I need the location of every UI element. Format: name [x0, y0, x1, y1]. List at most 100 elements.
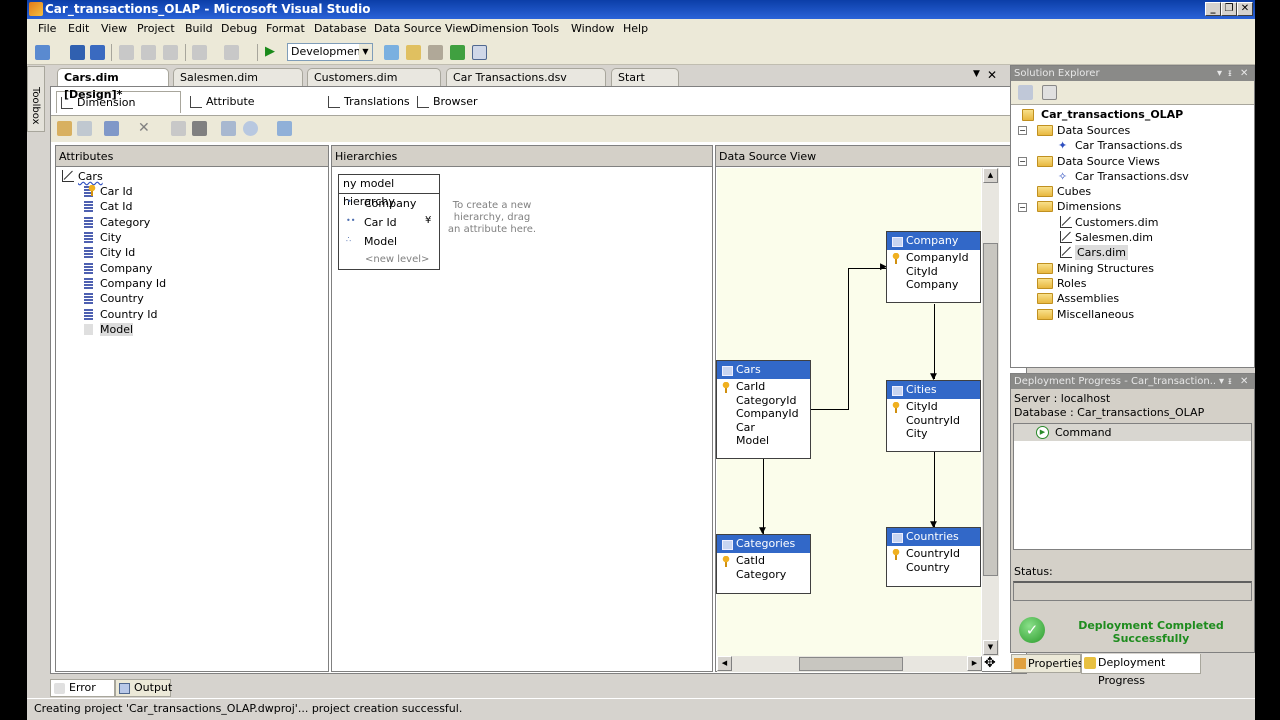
- cut-icon[interactable]: [119, 45, 134, 60]
- scroll-down-icon[interactable]: ▼: [983, 640, 998, 655]
- tree-node-car-transactions-ds[interactable]: ✦ Car Transactions.ds: [1058, 138, 1182, 153]
- doc-tab-cars-dim[interactable]: Cars.dim [Design]*: [57, 68, 169, 101]
- menu-edit[interactable]: Edit: [68, 22, 89, 35]
- window-position-icon[interactable]: ▾: [1217, 374, 1225, 389]
- save-icon[interactable]: [70, 45, 85, 60]
- menu-data-source-view[interactable]: Data Source View: [374, 22, 471, 35]
- auto-hide-pin-icon[interactable]: ᵻ: [1228, 66, 1232, 81]
- doc-tab-start-page[interactable]: Start Page: [611, 68, 679, 101]
- close-document-icon[interactable]: ✕: [987, 68, 997, 82]
- tools-icon[interactable]: [428, 45, 443, 60]
- tab-properties[interactable]: Properties: [1011, 654, 1084, 673]
- hierarchy-level[interactable]: Car Id: [364, 216, 397, 229]
- attribute-item[interactable]: Company Id: [84, 276, 166, 291]
- collapse-icon[interactable]: −: [1018, 157, 1027, 166]
- tree-node-miscellaneous[interactable]: Miscellaneous: [1037, 307, 1134, 322]
- horizontal-scrollbar[interactable]: ◀ ▶: [717, 656, 982, 672]
- save-all-icon[interactable]: [90, 45, 105, 60]
- show-grid-icon[interactable]: [171, 121, 186, 136]
- tree-node-cubes[interactable]: Cubes: [1037, 184, 1091, 199]
- zoom-icon[interactable]: [243, 121, 258, 136]
- menu-format[interactable]: Format: [266, 22, 305, 35]
- attribute-item[interactable]: Car Id: [84, 184, 133, 199]
- restore-button[interactable]: ❐: [1221, 2, 1237, 16]
- table-cities[interactable]: Cities CityId CountryId City: [886, 380, 981, 452]
- tree-node-data-source-views[interactable]: Data Source Views: [1037, 154, 1160, 169]
- close-button[interactable]: ✕: [1237, 2, 1253, 16]
- menu-tools[interactable]: Tools: [532, 22, 559, 35]
- close-icon[interactable]: ✕: [1240, 66, 1248, 81]
- tree-node-car-transactions-dsv[interactable]: ✧ Car Transactions.dsv: [1058, 169, 1189, 184]
- tree-node-mining-structures[interactable]: Mining Structures: [1037, 261, 1154, 276]
- tree-node-dimensions[interactable]: Dimensions: [1037, 199, 1121, 214]
- tree-node-assemblies[interactable]: Assemblies: [1037, 291, 1119, 306]
- menu-database[interactable]: Database: [314, 22, 367, 35]
- vertical-scrollbar[interactable]: ▲ ▼: [982, 168, 999, 656]
- undo-icon[interactable]: [192, 45, 207, 60]
- attribute-item[interactable]: Company: [84, 261, 152, 276]
- table-categories[interactable]: Categories CatId Category: [716, 534, 811, 594]
- delete-icon[interactable]: ✕: [138, 121, 153, 136]
- show-all-files-icon[interactable]: [1042, 85, 1057, 100]
- tab-browser[interactable]: Browser: [413, 91, 488, 113]
- table-cars[interactable]: Cars CarId CategoryId CompanyId Car Mode…: [716, 360, 811, 459]
- attribute-item[interactable]: Cat Id: [84, 199, 132, 214]
- attribute-item[interactable]: Country Id: [84, 307, 157, 322]
- tree-node-cars-dim-selected[interactable]: Cars.dim: [1060, 245, 1128, 260]
- command-row[interactable]: ▶ Command: [1014, 424, 1251, 441]
- new-project-icon[interactable]: [35, 45, 50, 60]
- tree-node-salesmen-dim[interactable]: Salesmen.dim: [1060, 230, 1153, 245]
- hierarchy-box[interactable]: ny model hierarchy • Company •• Car Id ¥…: [338, 174, 440, 270]
- toolbox-tab[interactable]: Toolbox: [27, 66, 45, 132]
- menu-debug[interactable]: Debug: [221, 22, 257, 35]
- doc-tab-car-transactions-dsv[interactable]: Car Transactions.dsv [Design]: [446, 68, 606, 101]
- show-attribute-list-icon[interactable]: [104, 121, 119, 136]
- scroll-left-icon[interactable]: ◀: [717, 656, 732, 671]
- process-icon[interactable]: [450, 45, 465, 60]
- expand-icon[interactable]: ¥: [425, 215, 431, 226]
- close-icon[interactable]: ✕: [1240, 374, 1249, 389]
- menu-view[interactable]: View: [101, 22, 127, 35]
- pan-icon[interactable]: ✥: [984, 655, 996, 671]
- menu-project[interactable]: Project: [137, 22, 175, 35]
- collapse-icon[interactable]: −: [1018, 203, 1027, 212]
- start-debug-icon[interactable]: ▶: [265, 45, 280, 60]
- hide-table-icon[interactable]: [192, 121, 207, 136]
- refresh-icon[interactable]: [77, 121, 92, 136]
- menu-build[interactable]: Build: [185, 22, 213, 35]
- tab-deployment-progress[interactable]: Deployment Progress: [1081, 654, 1201, 687]
- attribute-item[interactable]: Category: [84, 215, 150, 230]
- tab-translations[interactable]: Translations: [324, 91, 410, 113]
- menu-window[interactable]: Window: [571, 22, 614, 35]
- paste-icon[interactable]: [163, 45, 178, 60]
- scroll-right-icon[interactable]: ▶: [967, 656, 982, 671]
- deployment-log[interactable]: ▶ Command: [1013, 423, 1252, 550]
- minimize-button[interactable]: _: [1205, 2, 1221, 16]
- add-cube-dimension-icon[interactable]: [57, 121, 72, 136]
- configuration-select[interactable]: Development ▼: [287, 43, 373, 61]
- hierarchy-level[interactable]: Model: [364, 235, 397, 248]
- doc-tab-customers-dim[interactable]: Customers.dim [Design]: [307, 68, 441, 101]
- scroll-thumb[interactable]: [799, 657, 903, 671]
- redo-icon[interactable]: [224, 45, 239, 60]
- copy-icon[interactable]: [141, 45, 156, 60]
- properties-icon[interactable]: [384, 45, 399, 60]
- tree-node-roles[interactable]: Roles: [1037, 276, 1086, 291]
- tab-attribute-relationships[interactable]: Attribute Relationships: [186, 91, 321, 130]
- dimension-node[interactable]: Cars: [60, 169, 103, 184]
- tab-list-dropdown-icon[interactable]: ▼: [973, 69, 980, 79]
- tab-error-list[interactable]: Error List: [50, 679, 115, 710]
- window-position-icon[interactable]: ▾: [1217, 66, 1222, 81]
- attribute-item[interactable]: City: [84, 230, 122, 245]
- scroll-up-icon[interactable]: ▲: [983, 168, 998, 183]
- hierarchy-level[interactable]: Company: [364, 197, 416, 210]
- tree-node-customers-dim[interactable]: Customers.dim: [1060, 215, 1158, 230]
- new-named-query-icon[interactable]: [221, 121, 236, 136]
- doc-tab-salesmen-dim[interactable]: Salesmen.dim [Design]: [173, 68, 303, 101]
- scroll-thumb[interactable]: [983, 243, 998, 576]
- tree-node-data-sources[interactable]: Data Sources: [1037, 123, 1130, 138]
- project-node[interactable]: Car_transactions_OLAP: [1022, 107, 1183, 122]
- auto-hide-pin-icon[interactable]: ᵻ: [1228, 374, 1232, 389]
- dsv-canvas[interactable]: ▶ ▼ ▼ ▼ Company CompanyId CityId Company…: [716, 168, 981, 656]
- tab-output[interactable]: Output: [115, 679, 172, 697]
